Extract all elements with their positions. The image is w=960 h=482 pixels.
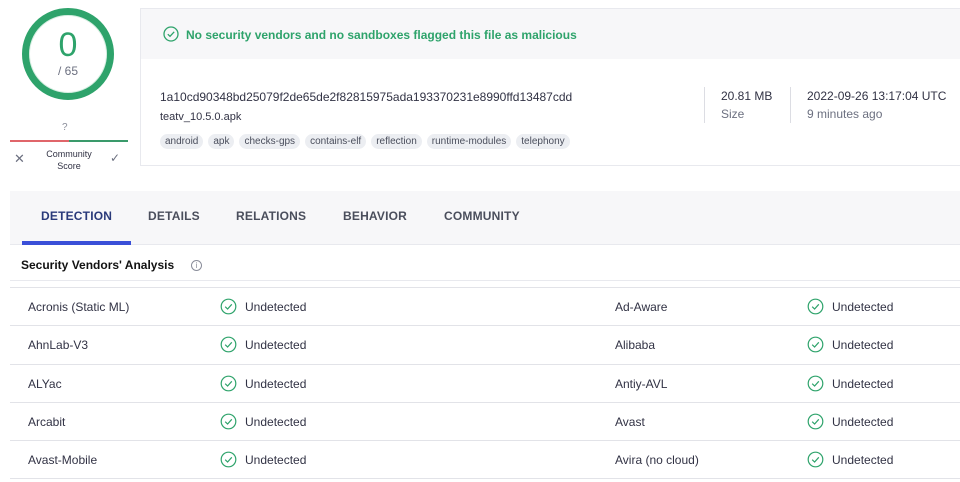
check-circle-icon bbox=[220, 375, 237, 391]
vendor-result: Undetected bbox=[832, 453, 894, 468]
report-tabs: DETECTION DETAILS RELATIONS BEHAVIOR COM… bbox=[10, 191, 960, 245]
file-size-label: Size bbox=[721, 107, 745, 121]
check-circle-icon bbox=[220, 451, 237, 468]
vendor-result: Undetected bbox=[832, 300, 894, 314]
community-score-value: ? bbox=[62, 122, 68, 133]
divider bbox=[790, 87, 791, 123]
vendor-result: Undetected bbox=[832, 414, 894, 429]
vendor-result: Undetected bbox=[832, 376, 894, 391]
tag-pill[interactable]: contains-elf bbox=[305, 134, 367, 149]
vendor-name: Avira (no cloud) bbox=[615, 453, 699, 468]
file-size-value: 20.81 MB bbox=[721, 89, 773, 103]
community-score-label: Community Score bbox=[46, 149, 92, 171]
tag-pill[interactable]: apk bbox=[208, 134, 235, 149]
check-circle-icon bbox=[807, 298, 824, 315]
file-hash[interactable]: 1a10cd90348bd25079f2de65de2f82815975ada1… bbox=[160, 90, 572, 104]
vendor-name: Avast bbox=[615, 414, 645, 429]
vendor-name: Alibaba bbox=[615, 338, 656, 353]
table-row: Arcabit Undetected Avast Undetected bbox=[10, 403, 960, 442]
tab-community[interactable]: COMMUNITY bbox=[444, 209, 520, 223]
detection-count: 0 bbox=[58, 26, 78, 64]
engine-total: / 65 bbox=[57, 64, 78, 78]
tag-pill[interactable]: reflection bbox=[371, 134, 422, 149]
check-circle-icon bbox=[163, 26, 179, 42]
tag-pill[interactable]: checks-gps bbox=[239, 134, 301, 149]
detection-score-gauge: 0 / 65 bbox=[22, 8, 114, 100]
verdict-text: No security vendors and no sandboxes fla… bbox=[186, 28, 577, 42]
vendors-table: Acronis (Static ML) Undetected Ad-Aware Und… bbox=[10, 287, 960, 480]
vendor-name: Ad-Aware bbox=[615, 300, 668, 314]
vendor-name: AhnLab-V3 bbox=[28, 338, 89, 353]
vendor-result: Undetected bbox=[245, 376, 307, 391]
community-score: ? ✕ Community Score ✓ bbox=[10, 118, 128, 176]
vendor-name: Arcabit bbox=[28, 414, 66, 429]
info-icon[interactable]: i bbox=[191, 260, 202, 271]
check-icon[interactable]: ✓ bbox=[110, 151, 120, 165]
section-title: Security Vendors' Analysis bbox=[21, 258, 175, 272]
check-circle-icon bbox=[807, 336, 824, 353]
tag-pill[interactable]: android bbox=[160, 134, 204, 149]
file-info-card: No security vendors and no sandboxes fla… bbox=[140, 8, 960, 166]
file-name: teatv_10.5.0.apk bbox=[160, 111, 242, 123]
tab-detection[interactable]: DETECTION bbox=[41, 209, 112, 223]
analysis-date-value: 2022-09-26 13:17:04 UTC bbox=[807, 89, 947, 103]
tab-details[interactable]: DETAILS bbox=[148, 209, 200, 223]
table-row: Avast-Mobile Undetected Avira (no cloud) Un… bbox=[10, 441, 960, 480]
check-circle-icon bbox=[220, 298, 237, 315]
table-row: AhnLab-V3 Undetected Alibaba Undetected bbox=[10, 326, 960, 365]
tag-list: android apk checks-gps contains-elf reflecti… bbox=[160, 134, 570, 149]
tag-pill[interactable]: telephony bbox=[516, 134, 570, 149]
vendor-name: Acronis (Static ML) bbox=[28, 300, 130, 314]
vendor-result: Undetected bbox=[245, 300, 307, 314]
check-circle-icon bbox=[807, 451, 824, 468]
divider bbox=[704, 87, 705, 123]
close-icon[interactable]: ✕ bbox=[14, 151, 25, 167]
tab-relations[interactable]: RELATIONS bbox=[236, 209, 306, 223]
active-tab-indicator bbox=[22, 241, 131, 245]
vendor-name: Avast-Mobile bbox=[28, 453, 98, 468]
check-circle-icon bbox=[807, 413, 824, 430]
table-row: Acronis (Static ML) Undetected Ad-Aware Und… bbox=[10, 288, 960, 327]
vendor-result: Undetected bbox=[245, 338, 307, 353]
vendor-result: Undetected bbox=[832, 338, 894, 353]
verdict-banner: No security vendors and no sandboxes fla… bbox=[141, 9, 960, 59]
community-score-bar bbox=[10, 140, 128, 142]
vendor-result: Undetected bbox=[245, 453, 307, 468]
check-circle-icon bbox=[220, 413, 237, 430]
tab-behavior[interactable]: BEHAVIOR bbox=[343, 209, 407, 223]
vendor-result: Undetected bbox=[245, 414, 307, 429]
divider bbox=[10, 280, 960, 281]
check-circle-icon bbox=[220, 336, 237, 353]
vendor-name: ALYac bbox=[28, 376, 62, 391]
analysis-date-relative: 9 minutes ago bbox=[807, 107, 883, 121]
tag-pill[interactable]: runtime-modules bbox=[426, 134, 512, 149]
table-row: ALYac Undetected Antiy-AVL Undetected bbox=[10, 365, 960, 403]
vendor-name: Antiy-AVL bbox=[615, 376, 668, 391]
check-circle-icon bbox=[807, 375, 824, 391]
